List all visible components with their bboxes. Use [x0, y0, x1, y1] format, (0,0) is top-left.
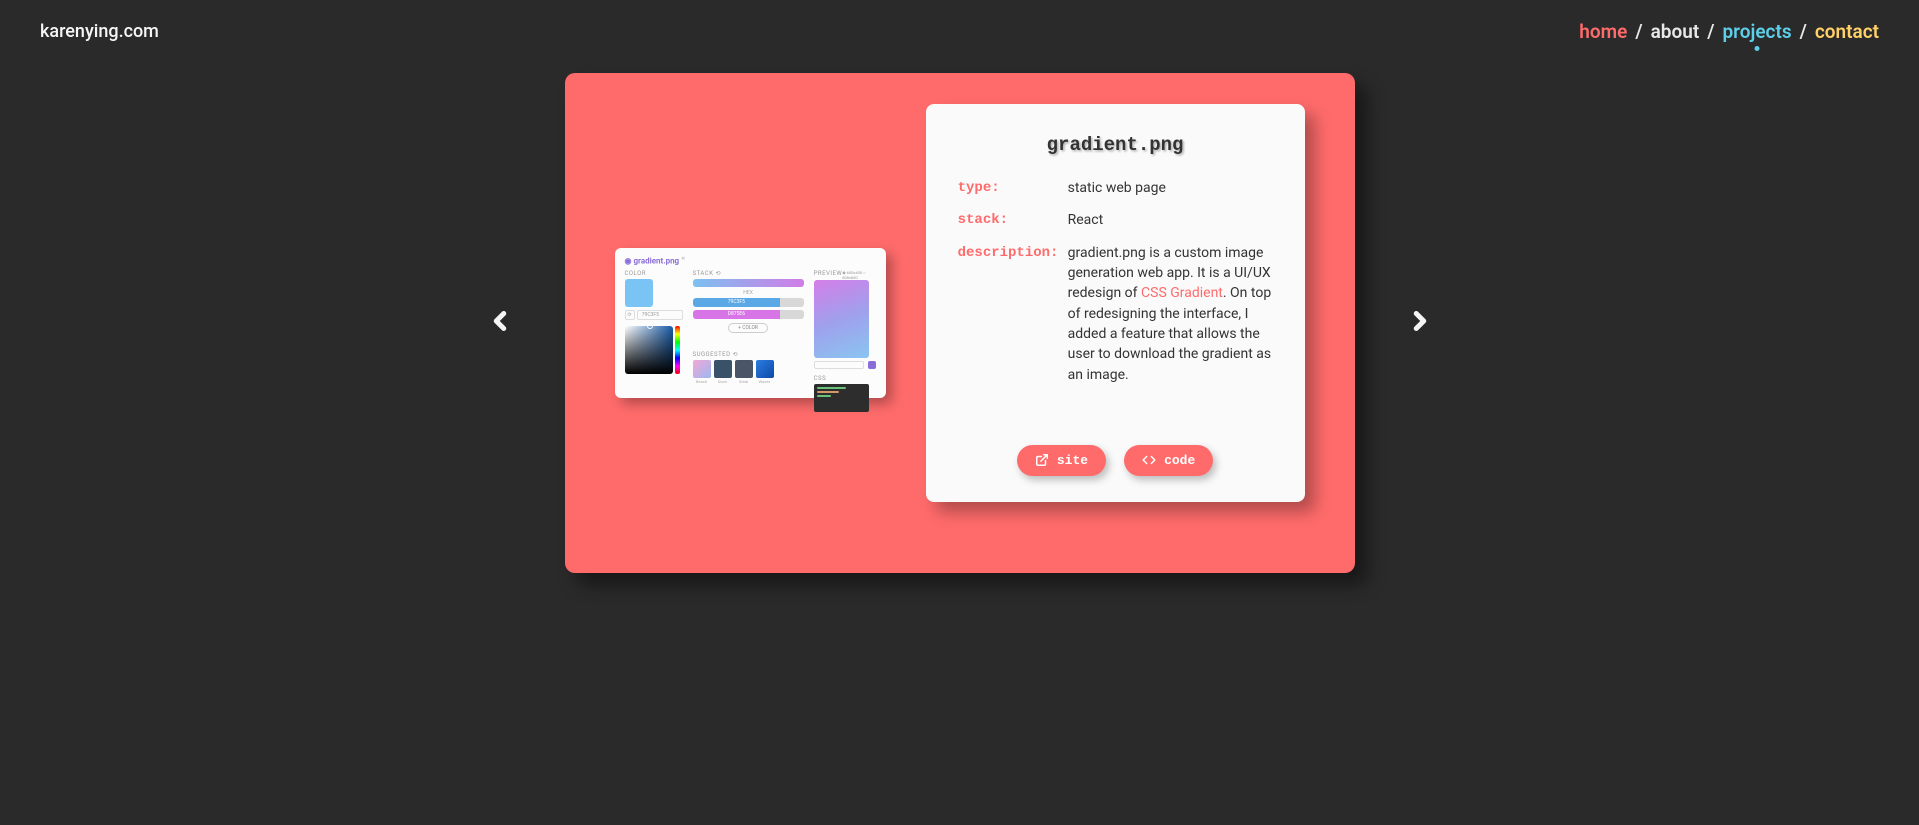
thumb-hex-label: HEX: [693, 290, 804, 296]
thumb-suggested-label: SUGGESTED ⟲: [693, 351, 804, 358]
nav-separator: /: [1635, 20, 1642, 43]
thumb-css-output: [814, 384, 869, 412]
thumb-preview-gradient: [814, 280, 869, 358]
chevron-right-icon: [1405, 301, 1435, 341]
main-nav: home / about / projects / contact: [1579, 20, 1879, 43]
prev-arrow[interactable]: [475, 291, 525, 355]
thumb-color-picker: [625, 326, 673, 374]
thumb-css-label: CSS: [814, 375, 876, 382]
external-link-icon: [1035, 453, 1049, 467]
nav-about[interactable]: about: [1651, 20, 1700, 43]
nav-projects[interactable]: projects: [1722, 20, 1791, 43]
code-icon: [1142, 453, 1156, 467]
thumb-suggested-palette: [693, 360, 804, 378]
thumb-title: ◉ gradient.png ✕: [625, 256, 876, 266]
thumb-hue-slider: [675, 326, 680, 374]
carousel: ◉ gradient.png ✕ COLOR ⟳ 79C3F5: [0, 73, 1919, 573]
nav-separator: /: [1707, 20, 1714, 43]
nav-contact[interactable]: contact: [1815, 20, 1879, 43]
code-button[interactable]: code: [1124, 445, 1213, 476]
description-value: gradient.png is a custom image generatio…: [1068, 243, 1273, 385]
header: karenying.com home / about / projects / …: [0, 0, 1919, 63]
stack-value: React: [1068, 210, 1273, 230]
thumb-preview-label: PREVIEW: [814, 270, 843, 277]
project-info-card: gradient.png type: static web page stack…: [926, 104, 1305, 502]
project-thumbnail: ◉ gradient.png ✕ COLOR ⟳ 79C3F5: [615, 248, 886, 398]
stack-label: stack:: [958, 210, 1068, 230]
description-label: description:: [958, 243, 1068, 385]
thumb-color-swatch: [625, 279, 653, 307]
thumb-stack-row: 79C3F5: [693, 298, 804, 307]
action-buttons: site code: [958, 445, 1273, 476]
thumb-color-label: COLOR: [625, 270, 683, 277]
css-gradient-link[interactable]: CSS Gradient: [1141, 285, 1223, 301]
nav-separator: /: [1800, 20, 1807, 43]
project-title: gradient.png: [958, 134, 1273, 156]
nav-home[interactable]: home: [1579, 20, 1627, 43]
thumb-add-color: + COLOR: [728, 323, 768, 333]
chevron-left-icon: [485, 301, 515, 341]
thumb-gradient-bar: [693, 279, 804, 287]
type-label: type:: [958, 178, 1068, 198]
project-card: ◉ gradient.png ✕ COLOR ⟳ 79C3F5: [565, 73, 1355, 573]
type-value: static web page: [1068, 178, 1273, 198]
next-arrow[interactable]: [1395, 291, 1445, 355]
site-logo[interactable]: karenying.com: [40, 21, 159, 42]
thumb-stack-row: D875E6: [693, 310, 804, 319]
site-button[interactable]: site: [1017, 445, 1106, 476]
thumb-stack-label: STACK ⟲: [693, 270, 804, 277]
